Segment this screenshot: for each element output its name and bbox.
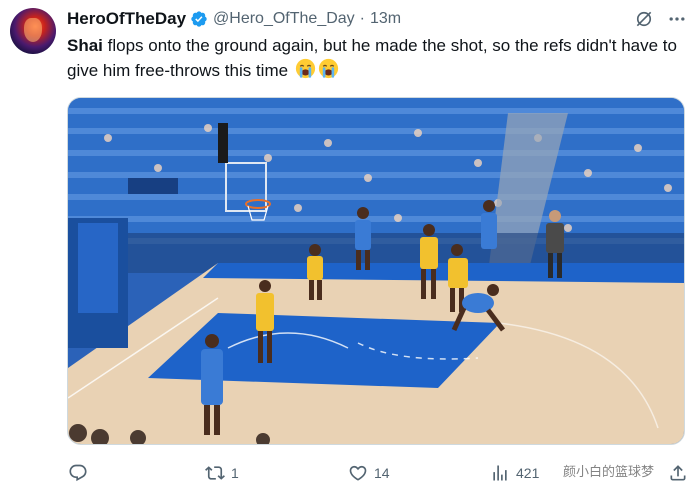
- loudly-crying-face-icon: [295, 58, 316, 79]
- separator-dot: ·: [359, 10, 365, 27]
- player-thunder: [481, 200, 497, 249]
- views-chart-icon: [493, 465, 507, 481]
- user-handle[interactable]: @Hero_OfThe_Day: [213, 10, 355, 28]
- loudly-crying-face-icon: [318, 58, 339, 79]
- tweet-text-bold: Shai: [67, 36, 103, 55]
- retweet-button[interactable]: 1: [205, 458, 239, 488]
- like-button[interactable]: 14: [348, 458, 390, 488]
- grok-icon[interactable]: [634, 9, 654, 29]
- tweet-video[interactable]: [67, 97, 685, 445]
- retweet-icon: [205, 466, 225, 480]
- tweet-text-body: flops onto the ground again, but he made…: [67, 36, 677, 80]
- tweet-text: Shai flops onto the ground again, but he…: [67, 34, 687, 83]
- basketball-game-image: [68, 98, 684, 444]
- more-options-icon[interactable]: [666, 9, 688, 29]
- reply-icon: [69, 464, 87, 482]
- share-button[interactable]: [668, 458, 688, 488]
- watermark: 颜小白的篮球梦: [563, 464, 655, 479]
- views-count: 421: [516, 465, 540, 481]
- retweet-count: 1: [231, 465, 239, 481]
- avatar[interactable]: [10, 8, 56, 54]
- timestamp[interactable]: 13m: [370, 10, 401, 28]
- views-button[interactable]: 421: [490, 458, 539, 488]
- heart-icon: [349, 465, 367, 481]
- share-icon: [670, 465, 686, 481]
- like-count: 14: [374, 465, 390, 481]
- display-name[interactable]: HeroOfTheDay: [67, 9, 186, 29]
- reply-button[interactable]: [68, 458, 94, 488]
- tweet-header: HeroOfTheDay @Hero_OfThe_Day · 13m: [67, 8, 401, 30]
- verified-badge-icon: [190, 10, 208, 28]
